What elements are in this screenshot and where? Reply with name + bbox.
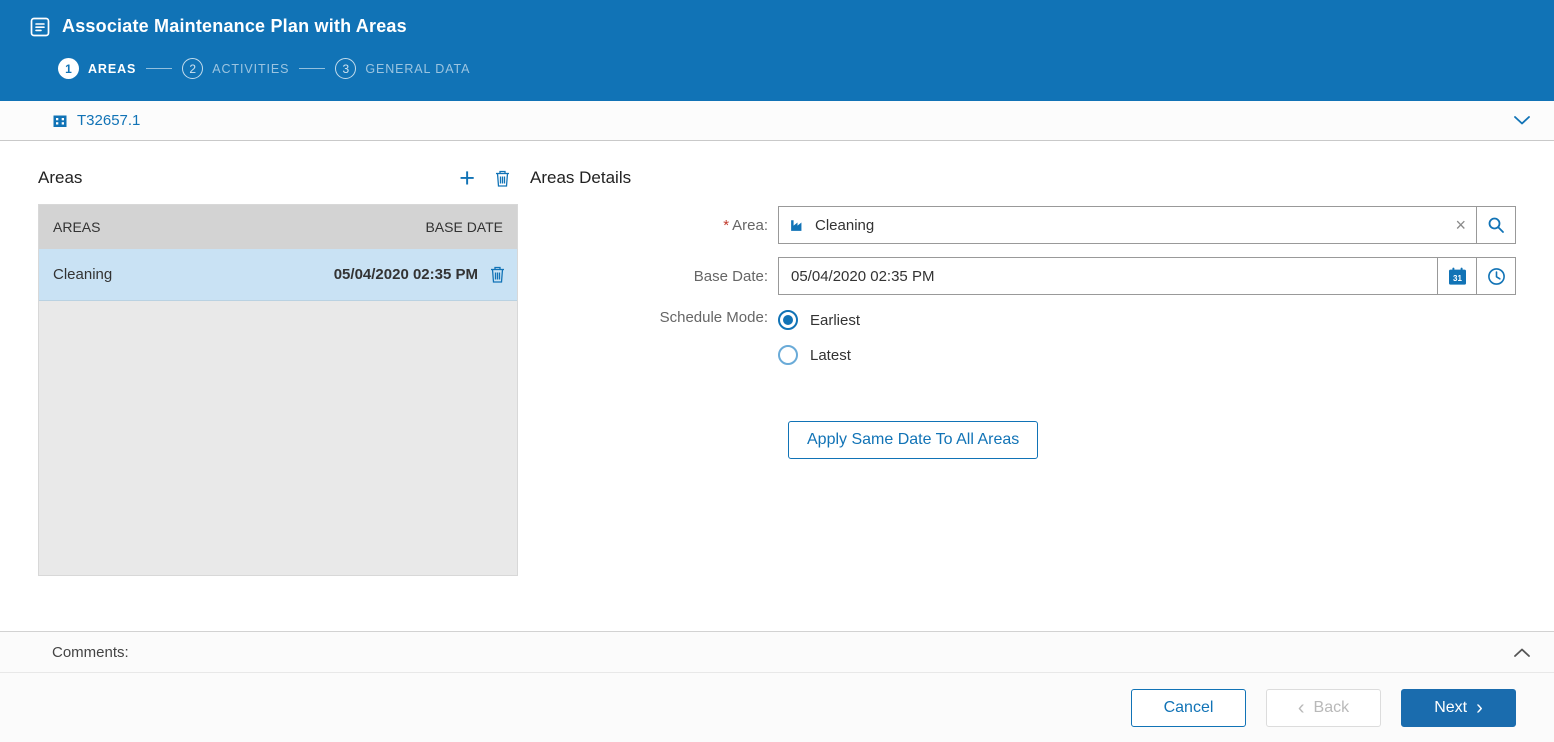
factory-icon <box>789 217 806 234</box>
step-1-circle: 1 <box>58 58 79 79</box>
main-content: Areas + AREAS BASE DATE Cleaning 05/04/2… <box>0 141 1554 631</box>
radio-earliest[interactable]: Earliest <box>778 310 1516 330</box>
table-row[interactable]: Cleaning 05/04/2020 02:35 PM <box>39 249 517 301</box>
wizard-header: Associate Maintenance Plan with Areas 1 … <box>0 0 1554 101</box>
chevron-up-icon[interactable] <box>1514 648 1530 657</box>
area-input-wrap: × <box>778 206 1477 244</box>
area-search-button[interactable] <box>1476 206 1516 244</box>
base-date-input[interactable] <box>779 258 1437 294</box>
plan-header-bar: T32657.1 <box>0 101 1554 141</box>
details-panel-head: Areas Details <box>530 165 1516 191</box>
apply-same-date-button[interactable]: Apply Same Date To All Areas <box>788 421 1039 459</box>
wizard-steps: 1 AREAS 2 ACTIVITIES 3 GENERAL DATA <box>58 58 1524 79</box>
radio-latest-control[interactable] <box>778 345 798 365</box>
clock-icon-button[interactable] <box>1476 257 1516 295</box>
areas-title: Areas <box>38 168 83 187</box>
delete-area-button[interactable] <box>495 170 510 187</box>
chevron-right-icon: › <box>1476 696 1483 719</box>
required-marker: * <box>723 216 730 234</box>
step-2-circle: 2 <box>182 58 204 79</box>
base-date-label: Base Date: <box>693 267 768 285</box>
calendar-icon-button[interactable]: 31 <box>1437 257 1477 295</box>
chevron-left-icon: ‹ <box>1297 696 1305 719</box>
areas-details-form: *Area: × <box>530 206 1516 459</box>
area-input[interactable] <box>779 207 1476 243</box>
next-button[interactable]: Next › <box>1401 688 1516 727</box>
column-header-areas: AREAS <box>53 219 101 235</box>
plan-id: T32657.1 <box>77 112 141 129</box>
schedule-mode-row: Schedule Mode: Earliest Latest <box>530 308 1516 380</box>
areas-panel-head: Areas + <box>38 165 518 192</box>
page-title: Associate Maintenance Plan with Areas <box>62 16 407 36</box>
functional-location-icon <box>52 113 68 129</box>
areas-panel: Areas + AREAS BASE DATE Cleaning 05/04/2… <box>38 141 518 631</box>
areas-details-panel: Areas Details * Area: Cleaning × Base Da… <box>518 141 1516 631</box>
chevron-down-icon[interactable] <box>1514 116 1530 125</box>
back-button[interactable]: ‹ Back <box>1266 688 1381 727</box>
area-label: * Area: <box>723 216 768 234</box>
row-delete-icon[interactable] <box>490 266 505 283</box>
step-2-label: ACTIVITIES <box>212 61 290 76</box>
schedule-mode-options: Earliest Latest <box>778 308 1516 380</box>
areas-table: AREAS BASE DATE Cleaning 05/04/2020 02:3… <box>38 204 518 576</box>
footer-bar: Cancel ‹ Back Next › <box>0 672 1554 742</box>
svg-text:31: 31 <box>1453 274 1462 283</box>
radio-latest[interactable]: Latest <box>778 345 1516 365</box>
area-field-row: *Area: × <box>530 206 1516 244</box>
areas-table-header: AREAS BASE DATE <box>39 205 517 249</box>
title-row: Associate Maintenance Plan with Areas <box>30 0 1524 37</box>
areas-details-title: Areas Details <box>530 168 632 187</box>
step-general-data[interactable]: 3 GENERAL DATA <box>335 58 470 79</box>
radio-earliest-label: Earliest <box>810 311 861 329</box>
comments-bar: Comments: <box>0 631 1554 672</box>
maintenance-plan-icon <box>30 17 50 37</box>
step-1-label: AREAS <box>88 61 137 76</box>
step-activities[interactable]: 2 ACTIVITIES <box>182 58 289 79</box>
row-area-cell: Cleaning <box>53 266 113 283</box>
radio-latest-label: Latest <box>810 346 851 364</box>
step-connector <box>146 68 173 69</box>
base-date-field-row: Base Date: 31 <box>530 257 1516 295</box>
add-area-button[interactable]: + <box>459 165 475 192</box>
step-3-label: GENERAL DATA <box>365 61 471 76</box>
comments-label: Comments: <box>52 643 129 661</box>
base-date-input-wrap <box>778 257 1438 295</box>
clear-icon[interactable]: × <box>1455 216 1466 234</box>
schedule-mode-label: Schedule Mode: <box>659 309 768 326</box>
cancel-button[interactable]: Cancel <box>1131 688 1246 727</box>
step-areas[interactable]: 1 AREAS <box>58 58 136 79</box>
associate-maintenance-plan-dialog: Associate Maintenance Plan with Areas 1 … <box>0 0 1554 742</box>
column-header-base-date: BASE DATE <box>425 219 503 235</box>
step-connector <box>299 68 326 69</box>
step-3-circle: 3 <box>335 58 357 79</box>
areas-toolbar: + <box>459 165 510 192</box>
radio-earliest-control[interactable] <box>778 310 798 330</box>
row-base-date-cell: 05/04/2020 02:35 PM <box>333 266 478 283</box>
